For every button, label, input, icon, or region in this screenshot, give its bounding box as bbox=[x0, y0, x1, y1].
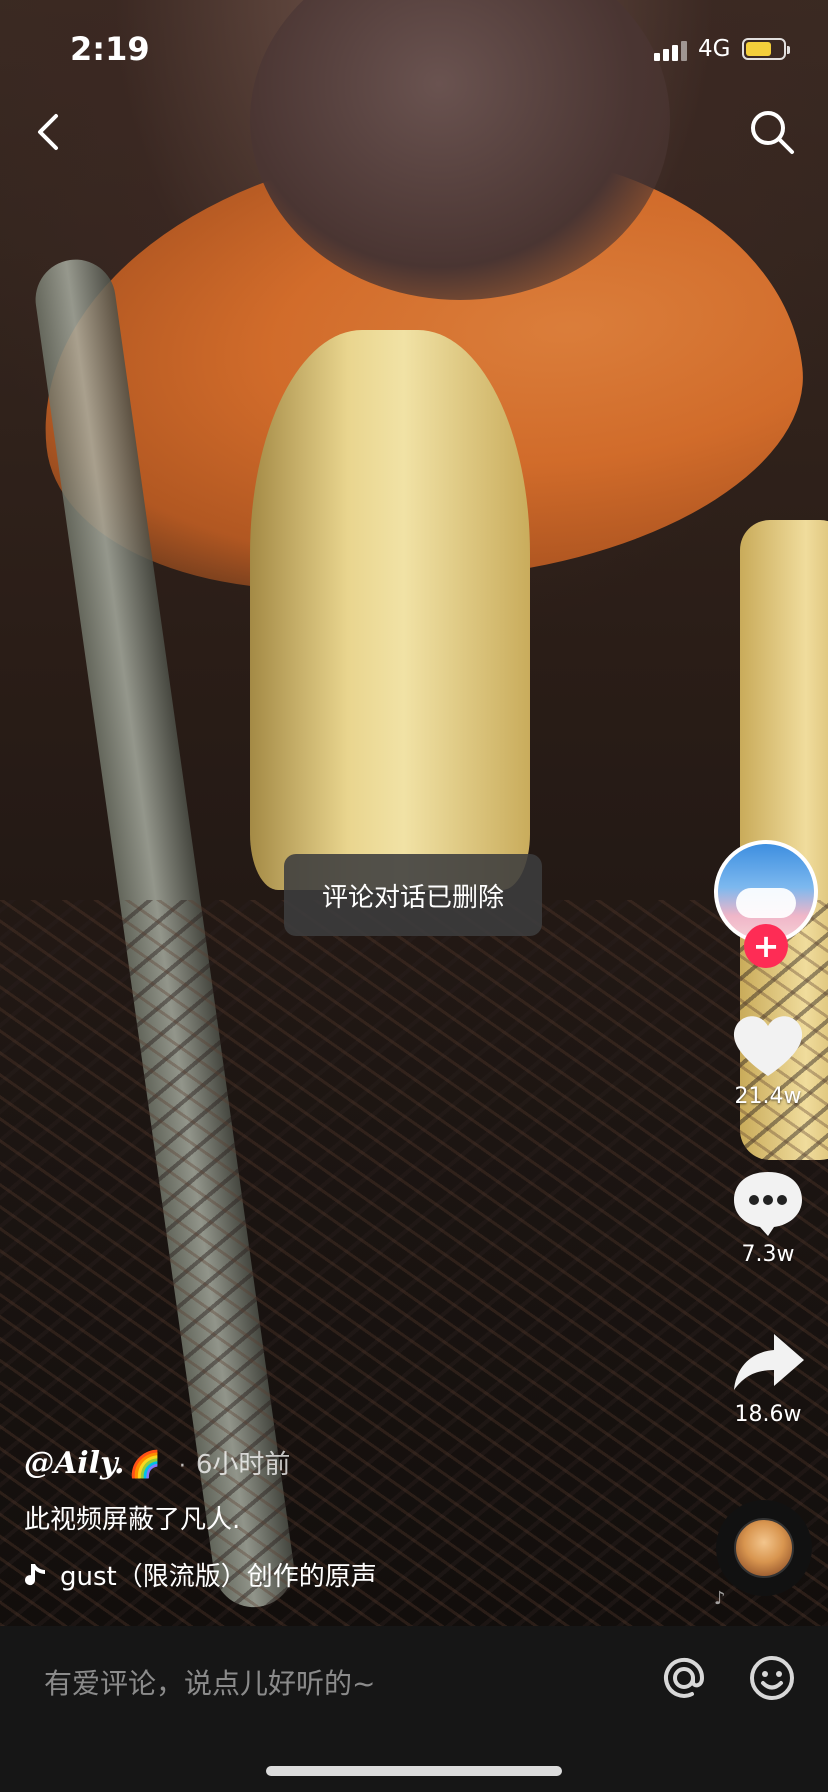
avatar-cloud-image bbox=[736, 888, 796, 918]
music-title: gust（限流版）创作的原声 bbox=[60, 1562, 377, 1592]
author-emoji: 🌈 bbox=[128, 1450, 161, 1480]
search-icon bbox=[751, 111, 794, 154]
comment-button[interactable]: 7.3w bbox=[718, 1168, 818, 1267]
floating-note-icon: ♪ bbox=[714, 1588, 726, 1609]
video-info: @Aily. 🌈 · 6小时前 此视频屏蔽了凡人. gust（限流版）创作的原声 bbox=[24, 1444, 704, 1593]
status-bar: 2:19 4G bbox=[0, 0, 828, 96]
share-button[interactable]: 18.6w bbox=[718, 1328, 818, 1427]
author-name[interactable]: @Aily. bbox=[24, 1446, 125, 1481]
comment-input[interactable]: 有爱评论，说点儿好听的~ bbox=[44, 1662, 375, 1702]
back-button[interactable] bbox=[26, 104, 74, 160]
like-count: 21.4w bbox=[734, 1084, 802, 1109]
home-indicator[interactable] bbox=[266, 1766, 562, 1776]
status-time: 2:19 bbox=[70, 30, 150, 68]
like-button[interactable]: 21.4w bbox=[718, 1010, 818, 1109]
network-type: 4G bbox=[698, 36, 731, 62]
video-frame[interactable] bbox=[0, 0, 828, 1626]
signal-icon bbox=[654, 39, 688, 61]
share-count: 18.6w bbox=[734, 1402, 802, 1427]
heart-icon bbox=[733, 1016, 803, 1076]
music-note-icon bbox=[25, 1563, 45, 1585]
battery-nub bbox=[787, 46, 790, 54]
mushroom-stem-image bbox=[250, 330, 530, 890]
music-line[interactable]: gust（限流版）创作的原声 bbox=[24, 1556, 704, 1593]
video-player-screen: 2:19 4G 评论对话已删除 + 21.4w 7.3w 18.6w @Aily… bbox=[0, 0, 828, 1792]
at-mention-icon[interactable] bbox=[660, 1654, 708, 1702]
comment-bar: 有爱评论，说点儿好听的~ bbox=[0, 1626, 828, 1792]
search-button[interactable] bbox=[744, 104, 800, 160]
battery-fill bbox=[746, 42, 771, 56]
video-caption[interactable]: 此视频屏蔽了凡人. bbox=[24, 1499, 704, 1536]
music-disc-cover bbox=[734, 1518, 794, 1578]
separator-dot: · bbox=[178, 1454, 186, 1479]
toast-message: 评论对话已删除 bbox=[284, 854, 542, 936]
follow-button[interactable]: + bbox=[744, 924, 788, 968]
post-time: 6小时前 bbox=[195, 1450, 291, 1480]
author-line: @Aily. 🌈 · 6小时前 bbox=[24, 1444, 704, 1481]
comment-count: 7.3w bbox=[741, 1242, 795, 1267]
music-disc[interactable] bbox=[716, 1500, 812, 1596]
chevron-left-icon bbox=[38, 114, 58, 150]
emoji-icon[interactable] bbox=[748, 1654, 796, 1702]
comment-bubble-icon bbox=[734, 1172, 802, 1236]
battery-icon bbox=[742, 38, 790, 60]
share-arrow-icon bbox=[734, 1334, 804, 1390]
